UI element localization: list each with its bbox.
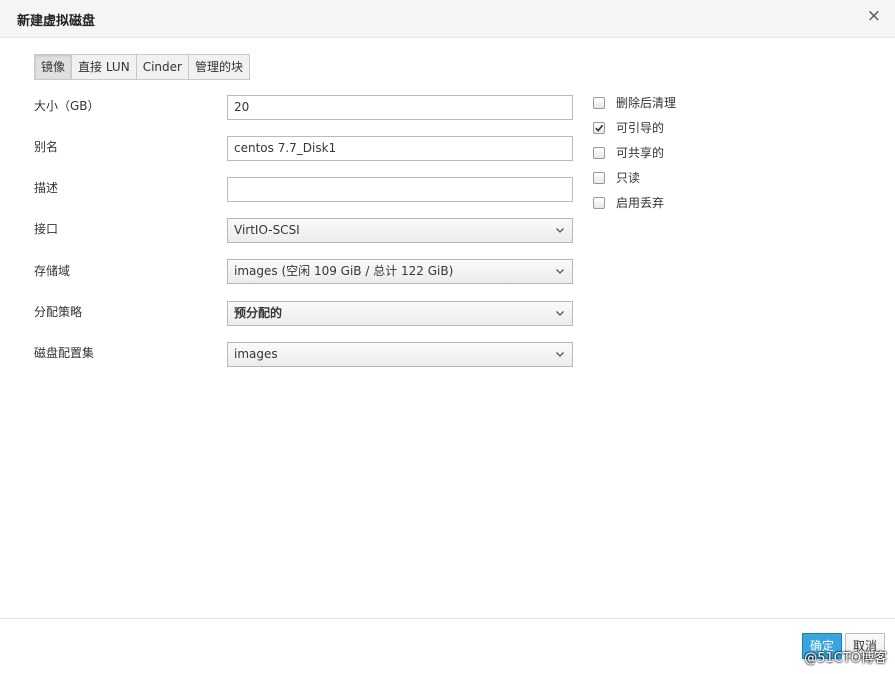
tab-cinder[interactable]: Cinder: [137, 55, 189, 79]
checkmark-icon: [595, 124, 604, 132]
description-label: 描述: [34, 181, 59, 195]
checkbox-box: [593, 172, 605, 184]
alias-value: centos 7.7_Disk1: [234, 141, 337, 155]
checkbox-box: [593, 97, 605, 109]
disk-profile-label: 磁盘配置集: [34, 346, 95, 360]
wipe-after-delete-label: 删除后清理: [616, 96, 677, 110]
dialog-footer: 确定 取消: [0, 618, 895, 674]
alias-label: 别名: [34, 140, 59, 154]
disk-profile-value: images: [234, 347, 278, 361]
chevron-down-icon: [555, 266, 565, 276]
shareable-label: 可共享的: [616, 146, 665, 160]
size-label: 大小（GB）: [34, 99, 100, 113]
dialog-header: 新建虚拟磁盘 ×: [0, 0, 895, 38]
checkbox-box: [593, 122, 605, 134]
enable-discard-label: 启用丢弃: [616, 196, 665, 210]
chevron-down-icon: [555, 308, 565, 318]
disk-type-tabs: 镜像 直接 LUN Cinder 管理的块: [34, 54, 250, 80]
size-value: 20: [234, 100, 250, 114]
tab-image[interactable]: 镜像: [35, 55, 73, 79]
checkbox-box: [593, 197, 605, 209]
storage-domain-value: images (空闲 109 GiB / 总计 122 GiB): [234, 264, 454, 278]
tab-direct-lun[interactable]: 直接 LUN: [72, 55, 137, 79]
chevron-down-icon: [555, 349, 565, 359]
chevron-down-icon: [555, 225, 565, 235]
interface-value: VirtIO-SCSI: [234, 223, 300, 237]
checkbox-box: [593, 147, 605, 159]
description-input[interactable]: [227, 177, 573, 202]
watermark: @51CTO博客: [804, 651, 887, 666]
bootable-label: 可引导的: [616, 121, 665, 135]
allocation-policy-select[interactable]: 预分配的: [227, 301, 573, 326]
storage-domain-label: 存储域: [34, 264, 71, 278]
allocation-policy-label: 分配策略: [34, 305, 83, 319]
storage-domain-select[interactable]: images (空闲 109 GiB / 总计 122 GiB): [227, 259, 573, 284]
interface-select[interactable]: VirtIO-SCSI: [227, 218, 573, 243]
alias-input[interactable]: centos 7.7_Disk1: [227, 136, 573, 161]
dialog-title: 新建虚拟磁盘: [17, 14, 96, 29]
read-only-label: 只读: [616, 171, 641, 185]
disk-profile-select[interactable]: images: [227, 342, 573, 367]
interface-label: 接口: [34, 222, 59, 236]
tab-managed-block[interactable]: 管理的块: [189, 55, 249, 79]
size-input[interactable]: 20: [227, 95, 573, 120]
close-icon[interactable]: ×: [867, 7, 881, 25]
allocation-policy-value: 预分配的: [234, 306, 283, 320]
